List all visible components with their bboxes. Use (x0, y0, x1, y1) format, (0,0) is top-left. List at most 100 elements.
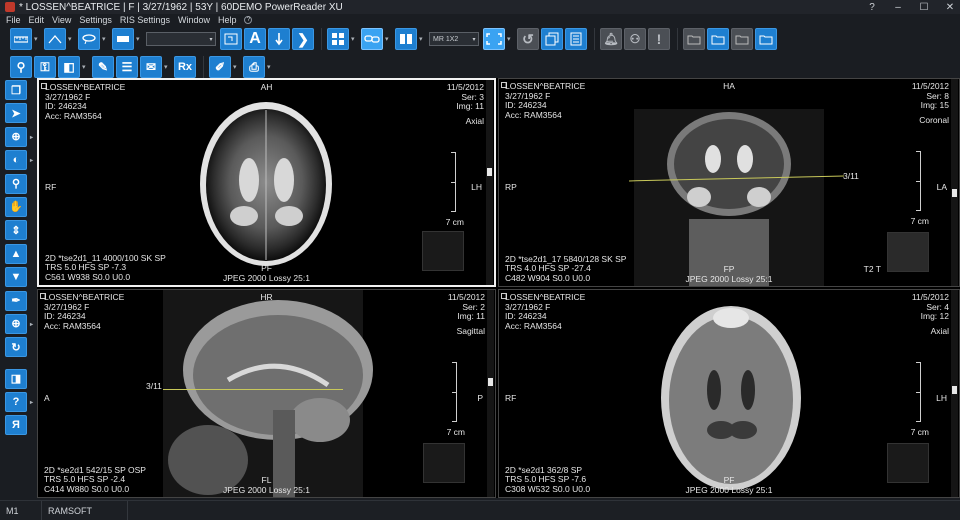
menu-view[interactable]: View (52, 15, 71, 25)
scroll-arrow-up-icon[interactable]: ▲ (5, 243, 27, 264)
help-circle-icon[interactable]: ? (244, 16, 253, 24)
orientation-right: LA (936, 181, 947, 192)
plane-label: Axial (465, 116, 484, 126)
layout-dropdown-icon[interactable]: ▾ (351, 35, 357, 43)
menu-help[interactable]: Help (218, 15, 237, 25)
maximize-button[interactable]: ☐ (918, 2, 930, 13)
link-series-icon[interactable] (361, 28, 383, 50)
menu-file[interactable]: File (6, 15, 21, 25)
window-level-icon[interactable]: ◐ ▸ (5, 150, 33, 171)
report-icon[interactable] (565, 28, 587, 50)
series-combo[interactable]: ▾ (146, 32, 216, 46)
alert-icon[interactable]: ! (648, 28, 670, 50)
print-icon[interactable]: ⎙ (243, 56, 265, 78)
zoom-magnify-icon[interactable]: ⊕ ▸ (5, 126, 33, 147)
fit-dropdown-icon[interactable]: ▾ (507, 35, 513, 43)
people-icon[interactable]: ⚇ (624, 28, 646, 50)
pointer-icon[interactable]: ➤ (5, 103, 27, 124)
book-icon[interactable] (395, 28, 417, 50)
export-icon[interactable]: ◧ (58, 56, 80, 78)
reset-icon[interactable]: ↺ (517, 28, 539, 50)
export-dropdown-icon[interactable]: ▾ (82, 63, 88, 71)
angle-icon[interactable] (44, 28, 66, 50)
compression-label: JPEG 2000 Lossy 25:1 (223, 272, 310, 283)
key-image-icon[interactable]: ⚿ (34, 56, 56, 78)
orientation-left: A (44, 392, 50, 403)
edit-dropdown-icon[interactable]: ▾ (233, 63, 239, 71)
pin-icon[interactable]: ⚲ (10, 56, 32, 78)
stack-icon[interactable] (541, 28, 563, 50)
ruler-icon[interactable] (10, 28, 32, 50)
stack-layers-icon[interactable]: ❐ (5, 80, 27, 100)
scroll-up-icon[interactable]: ⇕ (5, 220, 27, 241)
rectangle-icon[interactable] (112, 28, 134, 50)
orientation-left: RF (505, 392, 517, 403)
viewport-3[interactable]: 3/11 LOSSEN^BEATRICE 3/27/1962 F ID: 24623… (37, 289, 496, 498)
rect-dropdown-icon[interactable]: ▾ (136, 35, 142, 43)
viewport-1[interactable]: LOSSEN^BEATRICE 3/27/1962 F ID: 246234 Acc:… (37, 78, 496, 287)
cine-icon[interactable]: ✒ (5, 290, 27, 311)
layout-combo[interactable]: MR 1X2 ▾ (429, 32, 479, 46)
book-dropdown-icon[interactable]: ▾ (419, 35, 425, 43)
orientation-left: RF (45, 181, 57, 192)
envelope-icon[interactable]: ✉ (140, 56, 162, 78)
rx-icon[interactable]: Rx (174, 56, 196, 78)
menu-edit[interactable]: Edit (29, 15, 45, 25)
bracket-icon[interactable]: ❯ (292, 28, 314, 50)
fit-screen-icon[interactable] (483, 28, 505, 50)
localizer-thumbnail (422, 231, 464, 271)
text-annotation-icon[interactable]: A (244, 28, 266, 50)
viewport-scrollbar[interactable] (951, 79, 958, 286)
reference-line (163, 389, 343, 390)
rotate-icon[interactable]: ↻ (5, 337, 27, 358)
print-dropdown-icon[interactable]: ▾ (267, 63, 273, 71)
bell-icon[interactable]: 🔔︎ (600, 28, 622, 50)
folder-export-icon[interactable] (755, 28, 777, 50)
zoom-icon[interactable]: ⚲ (5, 173, 27, 194)
notes-icon[interactable]: ☰ (116, 56, 138, 78)
orientation-top: AH (260, 82, 273, 92)
angle-dropdown-icon[interactable]: ▾ (68, 35, 74, 43)
viewport-scrollbar[interactable] (487, 290, 494, 497)
scale-label: 7 cm (910, 216, 929, 226)
menu-ris-settings[interactable]: RIS Settings (120, 15, 170, 25)
left-toolbar: ❐ ➤ ⊕ ▸ ◐ ▸ ⚲ ✋ ⇕ ▲ ▼ ✒ ⊕ ▸ ↻ ◨ ? ▸ Я (5, 80, 33, 439)
crosshair-icon[interactable]: ⊕ ▸ (5, 313, 33, 334)
close-button[interactable]: ✕ (944, 2, 956, 13)
scale-label: 7 cm (446, 427, 465, 437)
localizer-thumbnail (887, 232, 929, 272)
flip-icon[interactable]: Я (5, 415, 27, 436)
viewport-2[interactable]: 3/11 LOSSEN^BEATRICE 3/27/1962 F ID: 24623… (498, 78, 960, 287)
freehand-roi-icon[interactable] (78, 28, 100, 50)
menu-window[interactable]: Window (178, 15, 210, 25)
envelope-dropdown-icon[interactable]: ▾ (164, 63, 170, 71)
viewport-4[interactable]: LOSSEN^BEATRICE 3/27/1962 F ID: 246234 Acc:… (498, 289, 960, 498)
folder-icon[interactable] (683, 28, 705, 50)
menu-settings[interactable]: Settings (79, 15, 112, 25)
scroll-arrow-down-icon[interactable]: ▼ (5, 267, 27, 288)
folder-check-icon[interactable] (731, 28, 753, 50)
open-image-icon[interactable] (220, 28, 242, 50)
compression-label: JPEG 2000 Lossy 25:1 (223, 484, 310, 495)
pen-icon[interactable]: ✎ (92, 56, 114, 78)
window-title: * LOSSEN^BEATRICE | F | 3/27/1962 | 53Y … (19, 1, 343, 13)
scale-bar (451, 362, 457, 422)
localizer-thumbnail (423, 443, 465, 483)
help-button[interactable]: ? (866, 2, 878, 13)
layout-grid-icon[interactable] (327, 28, 349, 50)
roi-dropdown-icon[interactable]: ▾ (102, 35, 108, 43)
minimize-button[interactable]: – (892, 2, 904, 13)
link-dropdown-icon[interactable]: ▾ (385, 35, 391, 43)
status-bar: M1 RAMSOFT (0, 500, 960, 520)
arrow-down-icon[interactable] (268, 28, 290, 50)
pan-hand-icon[interactable]: ✋ (5, 196, 27, 217)
question-icon[interactable]: ? ▸ (5, 392, 33, 413)
app-logo-icon (5, 2, 15, 12)
folder-send-icon[interactable] (707, 28, 729, 50)
viewport-scrollbar[interactable] (951, 290, 958, 497)
viewport-scrollbar[interactable] (486, 80, 493, 285)
ruler-dropdown-icon[interactable]: ▾ (34, 35, 40, 43)
scale-label: 7 cm (910, 427, 929, 437)
edit-icon[interactable]: ✐ (209, 56, 231, 78)
invert-icon[interactable]: ◨ (5, 368, 27, 389)
